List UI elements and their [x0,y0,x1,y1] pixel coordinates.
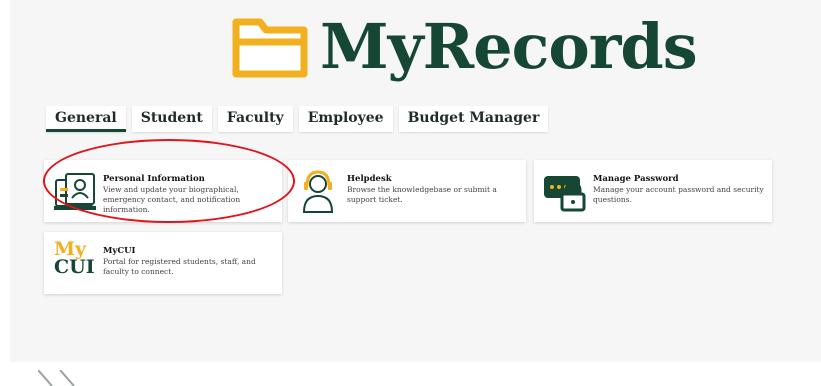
folder-icon [232,18,308,78]
mycui-logo: My CUI [54,240,95,288]
page-background: MyRecords General Student Faculty Employ… [10,0,821,362]
decorative-slash-marks [38,370,75,386]
card-title: MyCUI [103,246,136,256]
card-description: Portal for registered students, staff, a… [103,257,256,276]
card-description: Browse the knowledgebase or submit a sup… [347,185,497,204]
app-logo[interactable]: MyRecords [230,10,698,83]
personal-information-icon [54,173,96,210]
tab-student[interactable]: Student [131,106,212,132]
tab-general[interactable]: General [46,106,126,132]
card-mycui[interactable]: My CUI MyCUI Portal for registered stude… [44,232,282,294]
card-helpdesk[interactable]: Helpdesk Browse the knowledgebase or sub… [288,160,526,222]
app-title: MyRecords [320,10,698,83]
tab-budget-manager[interactable]: Budget Manager [398,106,549,132]
card-title: Personal Information [103,174,205,184]
tab-faculty[interactable]: Faculty [217,106,293,132]
tab-employee[interactable]: Employee [298,106,393,132]
mycui-logo-cui: CUI [54,256,95,278]
helpdesk-headset-icon [302,170,334,213]
card-description: View and update your biographical, emerg… [103,185,241,214]
card-title: Manage Password [593,174,679,184]
password-lock-icon [544,176,586,212]
category-tabs: General Student Faculty Employee Budget … [46,106,549,132]
card-description: Manage your account password and securit… [593,185,764,204]
card-manage-password[interactable]: Manage Password Manage your account pass… [534,160,772,222]
card-personal-information[interactable]: Personal Information View and update you… [44,160,282,222]
card-title: Helpdesk [347,174,392,184]
